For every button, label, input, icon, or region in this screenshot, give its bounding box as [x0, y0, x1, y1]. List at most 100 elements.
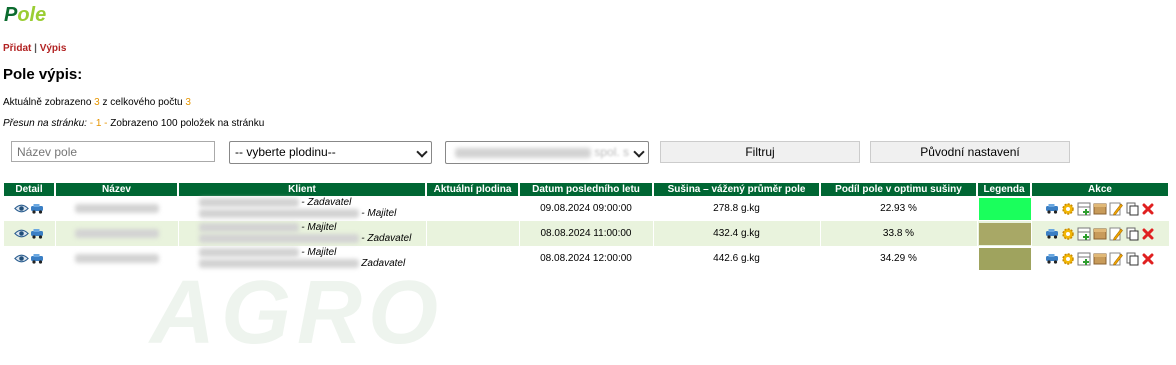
field-name-input[interactable]	[11, 141, 215, 162]
eye-icon[interactable]	[13, 226, 29, 241]
box-icon[interactable]	[1093, 226, 1108, 241]
background-watermark: AGRO	[150, 263, 444, 363]
copy-icon[interactable]	[1125, 226, 1140, 241]
col-client[interactable]: Klient	[178, 183, 427, 196]
client-role: - Majitel	[301, 222, 337, 233]
redacted-text	[455, 147, 591, 158]
redacted-client	[198, 247, 299, 257]
optimum-share-cell: 33.8 %	[820, 221, 978, 246]
table-row: - Zadavatel - Majitel 09.08.2024 09:00:0…	[4, 196, 1170, 221]
redacted-name	[74, 253, 159, 263]
reset-button[interactable]: Původní nastavení	[870, 141, 1070, 163]
box-icon[interactable]	[1093, 251, 1108, 266]
col-actions: Akce	[1031, 183, 1170, 196]
list-link[interactable]: Výpis	[40, 43, 67, 54]
table-row: - Majitel Zadavatel 08.08.2024 12:00:00 …	[4, 246, 1170, 271]
chevron-down-icon	[633, 146, 645, 158]
page-size-text: Zobrazeno 100 položek na stránku	[110, 118, 265, 129]
add-link[interactable]: Přidat	[3, 43, 31, 54]
edit-icon[interactable]	[1109, 201, 1124, 216]
table-header-row: Detail Název Klient Aktuální plodina Dat…	[4, 183, 1170, 196]
redacted-client	[198, 233, 359, 243]
client-cell: - Zadavatel - Majitel	[178, 196, 427, 221]
crop-select[interactable]: -- vyberte plodinu--	[229, 141, 432, 164]
redacted-client	[198, 222, 299, 232]
add-row-icon[interactable]	[1077, 251, 1092, 266]
col-last-flight[interactable]: Datum posledního letu	[519, 183, 654, 196]
legend-swatch	[978, 197, 1031, 220]
eye-icon[interactable]	[13, 251, 29, 266]
client-role: - Majitel	[301, 247, 337, 258]
company-select[interactable]: spol. s	[445, 141, 649, 164]
delete-icon[interactable]	[1141, 251, 1156, 266]
car-icon[interactable]	[1045, 201, 1060, 216]
detail-cell	[4, 196, 56, 221]
actions-cell	[1031, 246, 1170, 271]
gear-icon[interactable]	[1061, 226, 1076, 241]
last-flight-cell: 09.08.2024 09:00:00	[519, 196, 654, 221]
actions-cell	[1031, 221, 1170, 246]
chevron-down-icon	[416, 146, 428, 158]
client-cell: - Majitel - Zadavatel	[178, 221, 427, 246]
dry-matter-cell: 432.4 g.kg	[653, 221, 821, 246]
page-label: Přesun na stránku:	[3, 118, 87, 129]
optimum-share-cell: 22.93 %	[820, 196, 978, 221]
fields-table: Detail Název Klient Aktuální plodina Dat…	[4, 183, 1170, 271]
col-detail[interactable]: Detail	[4, 183, 56, 196]
delete-icon[interactable]	[1141, 201, 1156, 216]
col-name[interactable]: Název	[55, 183, 179, 196]
name-cell	[55, 221, 179, 246]
add-row-icon[interactable]	[1077, 201, 1092, 216]
last-flight-cell: 08.08.2024 12:00:00	[519, 246, 654, 271]
gear-icon[interactable]	[1061, 251, 1076, 266]
pagination-info: Přesun na stránku: - 1 - Zobrazeno 100 p…	[3, 118, 265, 129]
client-cell: - Majitel Zadavatel	[178, 246, 427, 271]
optimum-share-cell: 34.29 %	[820, 246, 978, 271]
car-icon[interactable]	[30, 251, 45, 266]
legend-cell	[977, 246, 1032, 271]
box-icon[interactable]	[1093, 201, 1108, 216]
copy-icon[interactable]	[1125, 251, 1140, 266]
nav-separator: |	[31, 43, 40, 54]
legend-swatch	[978, 222, 1031, 245]
legend-cell	[977, 221, 1032, 246]
detail-cell	[4, 246, 56, 271]
app-logo: Pole	[4, 4, 47, 26]
top-navigation: Přidat | Výpis	[3, 43, 66, 54]
car-icon[interactable]	[1045, 251, 1060, 266]
legend-cell	[977, 196, 1032, 221]
last-flight-cell: 08.08.2024 11:00:00	[519, 221, 654, 246]
redacted-name	[74, 228, 159, 238]
car-icon[interactable]	[1045, 226, 1060, 241]
copy-icon[interactable]	[1125, 201, 1140, 216]
car-icon[interactable]	[30, 226, 45, 241]
col-optimum-share[interactable]: Podíl pole v optimu sušiny	[820, 183, 978, 196]
name-cell	[55, 196, 179, 221]
crop-cell	[426, 221, 520, 246]
col-crop[interactable]: Aktuální plodina	[426, 183, 520, 196]
delete-icon[interactable]	[1141, 226, 1156, 241]
total-count: 3	[185, 97, 191, 108]
page-title: Pole výpis:	[3, 66, 83, 83]
redacted-client	[198, 208, 359, 218]
eye-icon[interactable]	[13, 201, 29, 216]
client-role: Zadavatel	[361, 258, 406, 269]
edit-icon[interactable]	[1109, 226, 1124, 241]
add-row-icon[interactable]	[1077, 226, 1092, 241]
crop-cell	[426, 246, 520, 271]
redacted-client	[198, 258, 359, 268]
detail-cell	[4, 221, 56, 246]
count-info: Aktuálně zobrazeno 3 z celkového počtu 3	[3, 97, 191, 108]
gear-icon[interactable]	[1061, 201, 1076, 216]
client-role: - Zadavatel	[361, 233, 412, 244]
filter-button[interactable]: Filtruj	[660, 141, 860, 163]
car-icon[interactable]	[30, 201, 45, 216]
edit-icon[interactable]	[1109, 251, 1124, 266]
table-row: - Majitel - Zadavatel 08.08.2024 11:00:0…	[4, 221, 1170, 246]
col-legend: Legenda	[977, 183, 1032, 196]
client-role: - Majitel	[361, 208, 397, 219]
col-dry-matter[interactable]: Sušina – vážený průměr pole	[653, 183, 821, 196]
filter-bar: -- vyberte plodinu-- spol. s Filtruj Pův…	[0, 141, 1176, 165]
client-role: - Zadavatel	[301, 197, 352, 208]
crop-cell	[426, 196, 520, 221]
